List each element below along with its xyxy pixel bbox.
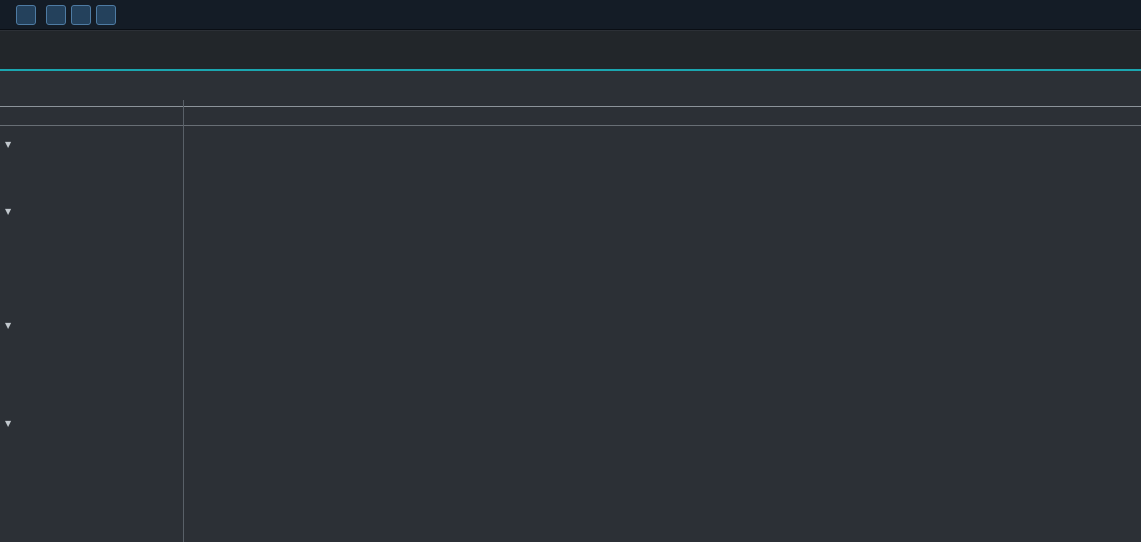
section-header-memory[interactable]: ▼: [5, 418, 26, 430]
frame-line: [0, 106, 1141, 107]
subframe-marker-row[interactable]: [0, 118, 1141, 134]
collapse-triangle-icon[interactable]: ▼: [5, 320, 11, 332]
collapse-triangle-icon[interactable]: ▼: [5, 206, 11, 218]
frame-overview-histogram[interactable]: [0, 31, 1141, 71]
section-header-opengl[interactable]: ▼: [5, 139, 16, 151]
time-cursor-line: [183, 100, 184, 542]
collapse-triangle-icon[interactable]: ▼: [5, 139, 11, 151]
subframe-line: [0, 125, 1141, 126]
prev-frame-button[interactable]: [16, 5, 36, 25]
profiler-window: ▼ ▼ ▼ ▼: [0, 0, 1141, 542]
section-header-main-thread[interactable]: ▼: [5, 206, 16, 218]
toolbar: [0, 0, 1141, 30]
time-ruler[interactable]: [0, 71, 1141, 97]
next-frame-button[interactable]: [46, 5, 66, 25]
center-view-button[interactable]: [96, 5, 116, 25]
frame-navigation: [16, 5, 116, 25]
collapse-triangle-icon[interactable]: ▼: [5, 418, 11, 430]
zoom-to-frame-button[interactable]: [71, 5, 91, 25]
frame-marker-row[interactable]: [0, 99, 1141, 115]
section-header-game[interactable]: ▼: [5, 320, 16, 332]
